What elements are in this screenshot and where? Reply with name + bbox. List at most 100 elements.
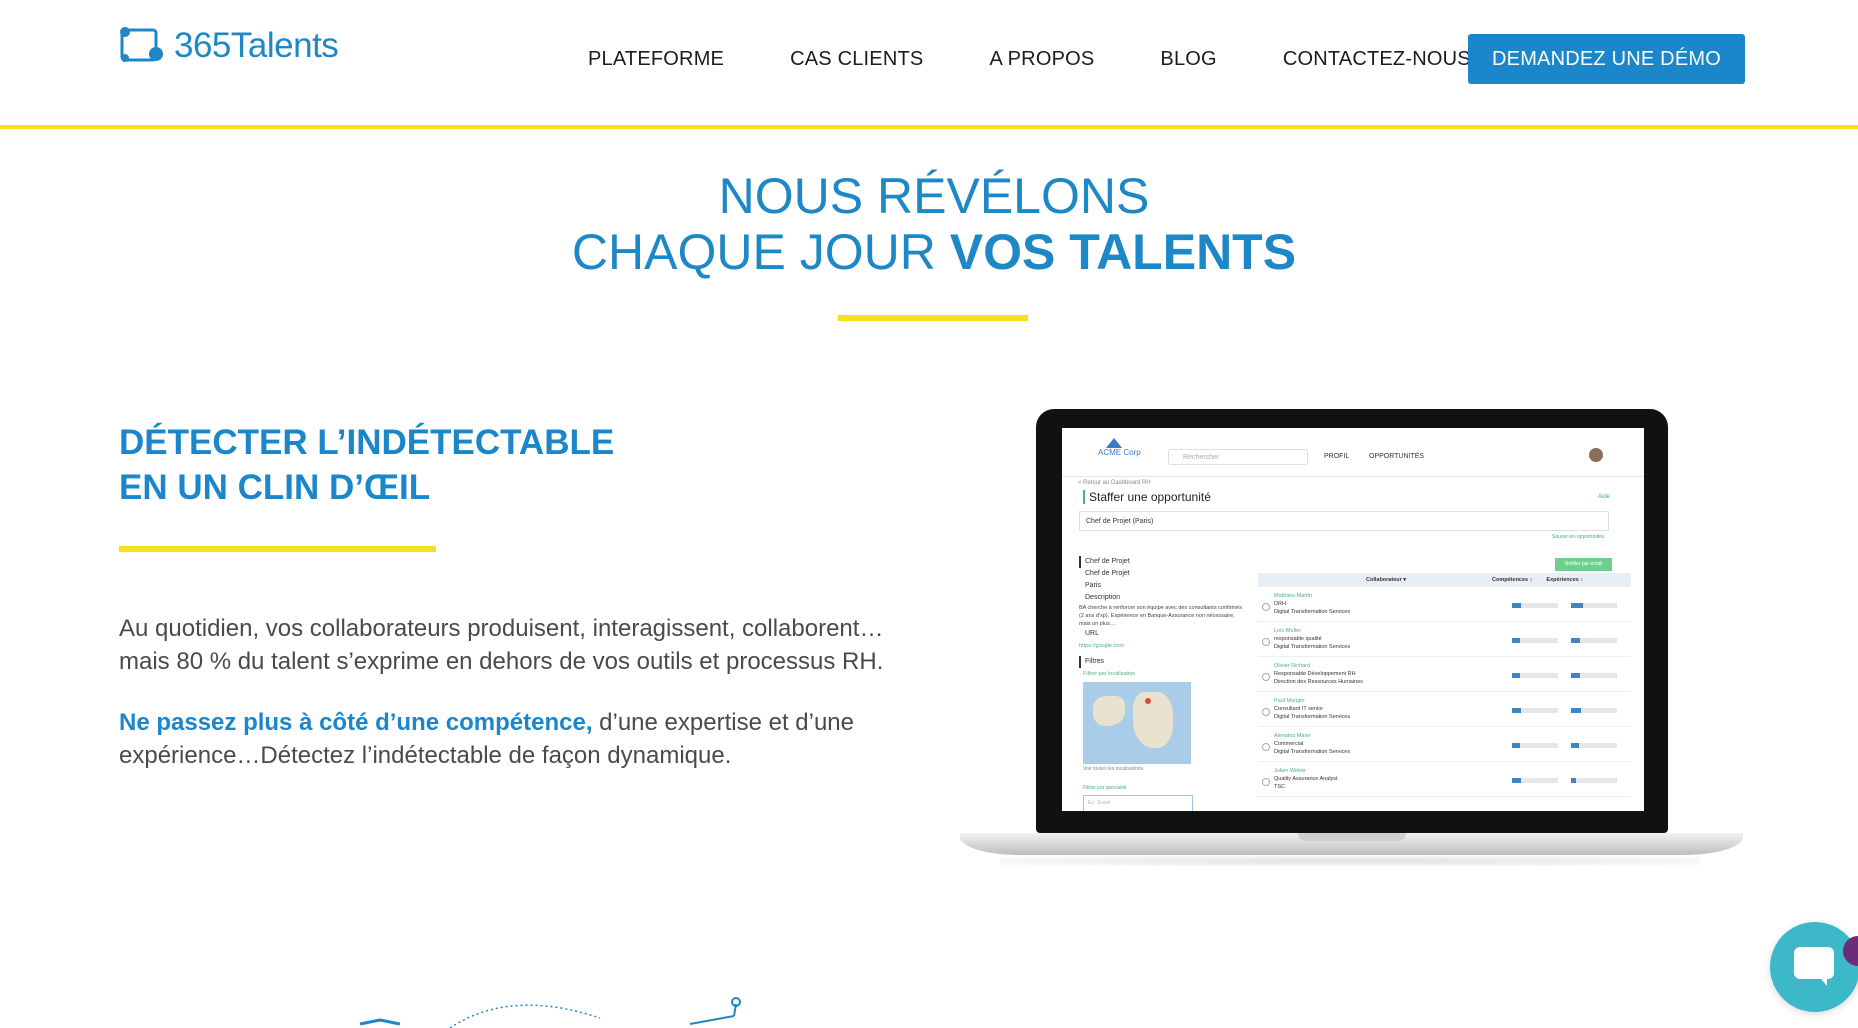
show-all-locations[interactable]: Voir toutes les localisations [1083,766,1143,772]
competences-bar-fill [1512,778,1522,783]
app-topbar: ACME Corp Rechercher PROFIL OPPORTUNITÉS [1062,428,1644,477]
hero-line-2-bold: VOS TALENTS [949,224,1297,280]
feature-paragraph-2: Ne passez plus à côté d’une compétence, … [119,706,919,772]
collaborator-name[interactable]: Alexatou Marie [1274,733,1311,739]
table-row[interactable]: Matthieu Martin DRH Digital Transformation… [1258,587,1631,622]
competences-bar [1512,708,1558,713]
competences-bar [1512,638,1558,643]
table-body: Matthieu Martin DRH Digital Transformation… [1258,587,1631,797]
details-item: Paris [1085,582,1101,589]
experiences-bar-fill [1571,743,1580,748]
feature-title: DÉTECTER L’INDÉTECTABLE EN UN CLIN D’ŒIL [119,420,614,510]
hero-divider [838,315,1028,321]
collaborator-role: DRH [1274,601,1286,607]
nav-blog[interactable]: BLOG [1160,48,1216,71]
chat-widget-button[interactable] [1770,922,1858,1012]
filter-specialty-label: Filtrer par spécialité [1083,785,1127,791]
collaborator-dept: Digital Transformation Services [1274,644,1351,650]
logo[interactable]: 365Talents [118,24,339,68]
collaborator-dept: Digital Transformation Services [1274,609,1351,615]
table-row[interactable]: Olivier Richard Responsable Développement… [1258,657,1631,692]
laptop-notch [1298,833,1406,841]
main-nav: PLATEFORME CAS CLIENTS A PROPOS BLOG CON… [588,48,1537,71]
experiences-bar [1571,603,1617,608]
feature-paragraph-1: Au quotidien, vos collaborateurs produis… [119,615,884,675]
nav-cas-clients[interactable]: CAS CLIENTS [790,48,923,71]
collaborator-role: responsable qualité [1274,636,1322,642]
collaborator-name[interactable]: Paul Mougin [1274,698,1305,704]
collaborator-dept: Direction des Ressources Humaines [1274,679,1363,685]
competences-bar [1512,743,1558,748]
details-url-link[interactable]: https://google.com [1079,640,1244,652]
collaborator-name[interactable]: Matthieu Martin [1274,593,1312,599]
feature-title-line-1: DÉTECTER L’INDÉTECTABLE [119,423,615,462]
row-radio[interactable] [1262,708,1270,716]
collaborator-role: Commercial [1274,741,1304,747]
table-header: Collaborateur ▾ Compétences ↕ Expérience… [1258,573,1631,587]
row-radio[interactable] [1262,673,1270,681]
competences-bar [1512,603,1558,608]
collaborator-role: Responsable Développement RH [1274,671,1356,677]
column-header-experiences[interactable]: Expériences ↕ [1546,577,1583,583]
row-radio[interactable] [1262,778,1270,786]
laptop-screen: ACME Corp Rechercher PROFIL OPPORTUNITÉS… [1062,428,1644,811]
collaborator-dept: TSC [1274,784,1285,790]
row-radio[interactable] [1262,603,1270,611]
opportunity-details: Chef de Projet Chef de Projet Paris Desc… [1079,556,1244,680]
acme-logo-icon [1106,438,1122,448]
collaborator-name[interactable]: Loïc Muller [1274,628,1301,634]
nav-plateforme[interactable]: PLATEFORME [588,48,724,71]
collaborator-name[interactable]: Julien Weber [1274,768,1306,774]
collaborator-name[interactable]: Olivier Richard [1274,663,1310,669]
app-nav-profil[interactable]: PROFIL [1324,453,1349,460]
experiences-bar-fill [1571,603,1583,608]
competences-bar-fill [1512,638,1521,643]
opportunity-input[interactable]: Chef de Projet (Paris) [1079,511,1609,531]
hero-line-1: NOUS RÉVÉLONS [718,168,1150,224]
filter-location-label: Filtrer par localisation [1083,671,1136,677]
map-pin-icon[interactable] [1145,698,1151,704]
app-search-input[interactable]: Rechercher [1168,449,1308,465]
help-link[interactable]: Aide [1598,494,1610,500]
chat-icon-tail [1817,974,1827,986]
details-description: BA cherche à renforcer son équipe avec d… [1079,605,1242,627]
experiences-bar-fill [1571,638,1581,643]
location-map[interactable] [1083,682,1191,764]
table-row[interactable]: Alexatou Marie Commercial Digital Transfor… [1258,727,1631,762]
site-header: 365Talents PLATEFORME CAS CLIENTS A PROP… [0,0,1858,129]
logo-icon [120,27,163,62]
row-radio[interactable] [1262,638,1270,646]
feature-divider [119,546,436,552]
competences-bar [1512,778,1558,783]
details-url-label: URL [1085,630,1100,637]
details-heading: Chef de Projet [1079,556,1244,568]
row-radio[interactable] [1262,743,1270,751]
feature-title-line-2: EN UN CLIN D’ŒIL [119,468,431,507]
save-link[interactable]: Sauver les opportunités [1552,534,1605,540]
experiences-bar-fill [1571,778,1576,783]
table-row[interactable]: Loïc Muller responsable qualité Digital Tr… [1258,622,1631,657]
column-header-competences[interactable]: Compétences ↕ [1492,577,1532,583]
column-header-collaborateur[interactable]: Collaborateur ▾ [1366,577,1406,583]
collaborator-role: Consultant IT senior [1274,706,1324,712]
feature-highlight: Ne passez plus à côté d’une compétence, [119,709,593,736]
competences-bar-fill [1512,673,1521,678]
competences-bar [1512,673,1558,678]
filters-label: Filtres [1079,656,1244,668]
notify-button[interactable]: Notifier par email [1555,558,1612,571]
experiences-bar-fill [1571,673,1581,678]
avatar[interactable] [1589,448,1603,462]
back-link[interactable]: « Retour au Dashboard RH [1078,480,1151,486]
nav-contactez-nous[interactable]: CONTACTEZ-NOUS [1283,48,1471,71]
experiences-bar [1571,708,1617,713]
competences-bar-fill [1512,708,1522,713]
table-row[interactable]: Julien Weber Quality Assurance Analyst TSC [1258,762,1631,797]
experiences-bar [1571,673,1617,678]
app-nav-opportunites[interactable]: OPPORTUNITÉS [1369,453,1424,460]
decorative-network-graphic [359,997,741,1028]
demo-request-button[interactable]: DEMANDEZ UNE DÉMO [1468,34,1745,84]
map-landmass [1133,692,1173,748]
specialty-input[interactable]: Ex : Excel [1083,795,1193,811]
table-row[interactable]: Paul Mougin Consultant IT senior Digital T… [1258,692,1631,727]
nav-a-propos[interactable]: A PROPOS [989,48,1094,71]
